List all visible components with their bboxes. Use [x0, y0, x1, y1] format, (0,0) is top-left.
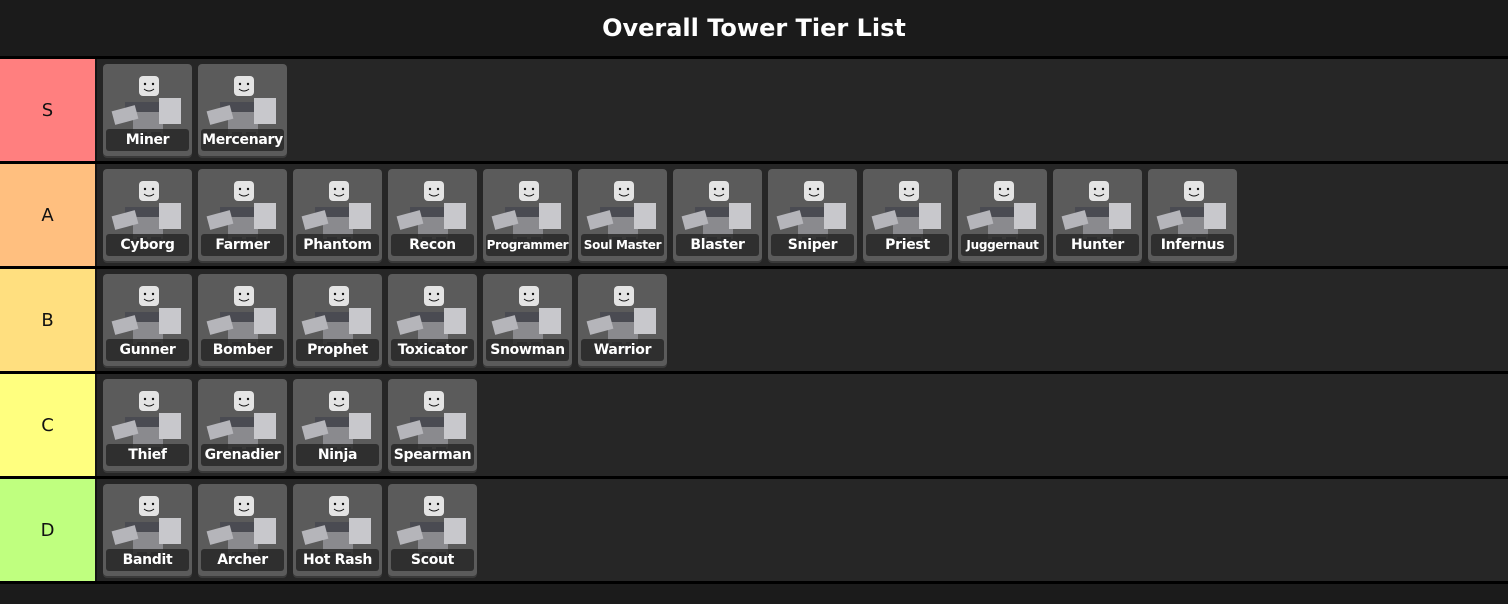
tower-name: Phantom: [296, 234, 379, 256]
tier-items[interactable]: Gunner Bomber Prophet Toxicator Snowman …: [95, 269, 1508, 371]
tower-name: Blaster: [676, 234, 759, 256]
page-title: Overall Tower Tier List: [602, 14, 906, 42]
tower-card[interactable]: Bomber: [198, 274, 287, 366]
tier-row-c: C Thief Grenadier Ninja Spearman: [0, 374, 1508, 479]
tower-name: Archer: [201, 549, 284, 571]
header: Overall Tower Tier List: [0, 0, 1508, 59]
tower-name: Toxicator: [391, 339, 474, 361]
tower-name: Cyborg: [106, 234, 189, 256]
tier-items[interactable]: Cyborg Farmer Phantom Recon Programmer S…: [95, 164, 1508, 266]
tower-name: Programmer: [486, 234, 569, 256]
tower-name: Snowman: [486, 339, 569, 361]
tower-name: Hot Rash: [296, 549, 379, 571]
tower-card[interactable]: Cyborg: [103, 169, 192, 261]
tower-name: Gunner: [106, 339, 189, 361]
tower-name: Ninja: [296, 444, 379, 466]
tower-card[interactable]: Programmer: [483, 169, 572, 261]
tower-card[interactable]: Juggernaut: [958, 169, 1047, 261]
tower-card[interactable]: Spearman: [388, 379, 477, 471]
tower-card[interactable]: Scout: [388, 484, 477, 576]
tower-card[interactable]: Ninja: [293, 379, 382, 471]
tower-card[interactable]: Archer: [198, 484, 287, 576]
tower-card[interactable]: Sniper: [768, 169, 857, 261]
tower-name: Juggernaut: [961, 234, 1044, 256]
tower-name: Infernus: [1151, 234, 1234, 256]
tier-row-d: D Bandit Archer Hot Rash Scout: [0, 479, 1508, 584]
tower-card[interactable]: Hot Rash: [293, 484, 382, 576]
tier-label[interactable]: D: [0, 479, 95, 581]
tier-list: S Miner Mercenary A Cyborg Farmer Phantom…: [0, 59, 1508, 584]
tower-name: Bomber: [201, 339, 284, 361]
tower-card[interactable]: Blaster: [673, 169, 762, 261]
tower-name: Sniper: [771, 234, 854, 256]
tier-items[interactable]: Miner Mercenary: [95, 59, 1508, 161]
tower-name: Miner: [106, 129, 189, 151]
tower-name: Warrior: [581, 339, 664, 361]
tower-card[interactable]: Infernus: [1148, 169, 1237, 261]
tower-card[interactable]: Hunter: [1053, 169, 1142, 261]
tier-row-b: B Gunner Bomber Prophet Toxicator Snowma…: [0, 269, 1508, 374]
tower-name: Prophet: [296, 339, 379, 361]
tower-card[interactable]: Toxicator: [388, 274, 477, 366]
tower-card[interactable]: Soul Master: [578, 169, 667, 261]
tower-name: Soul Master: [581, 234, 664, 256]
tower-name: Scout: [391, 549, 474, 571]
tier-row-s: S Miner Mercenary: [0, 59, 1508, 164]
tier-items[interactable]: Bandit Archer Hot Rash Scout: [95, 479, 1508, 581]
tier-label[interactable]: B: [0, 269, 95, 371]
tower-card[interactable]: Thief: [103, 379, 192, 471]
tower-card[interactable]: Warrior: [578, 274, 667, 366]
footer-space: [0, 584, 1508, 604]
tower-card[interactable]: Grenadier: [198, 379, 287, 471]
tower-name: Spearman: [391, 444, 474, 466]
tier-label[interactable]: A: [0, 164, 95, 266]
tower-name: Hunter: [1056, 234, 1139, 256]
tower-card[interactable]: Farmer: [198, 169, 287, 261]
tower-name: Priest: [866, 234, 949, 256]
tower-name: Farmer: [201, 234, 284, 256]
tower-name: Mercenary: [201, 129, 284, 151]
tier-label[interactable]: C: [0, 374, 95, 476]
tier-row-a: A Cyborg Farmer Phantom Recon Programmer…: [0, 164, 1508, 269]
tower-card[interactable]: Priest: [863, 169, 952, 261]
tower-card[interactable]: Miner: [103, 64, 192, 156]
tier-label[interactable]: S: [0, 59, 95, 161]
tower-card[interactable]: Recon: [388, 169, 477, 261]
tower-card[interactable]: Prophet: [293, 274, 382, 366]
tower-name: Grenadier: [201, 444, 284, 466]
tier-items[interactable]: Thief Grenadier Ninja Spearman: [95, 374, 1508, 476]
tower-card[interactable]: Mercenary: [198, 64, 287, 156]
tower-name: Thief: [106, 444, 189, 466]
tower-name: Recon: [391, 234, 474, 256]
tower-name: Bandit: [106, 549, 189, 571]
tower-card[interactable]: Bandit: [103, 484, 192, 576]
tower-card[interactable]: Snowman: [483, 274, 572, 366]
tower-card[interactable]: Gunner: [103, 274, 192, 366]
tower-card[interactable]: Phantom: [293, 169, 382, 261]
